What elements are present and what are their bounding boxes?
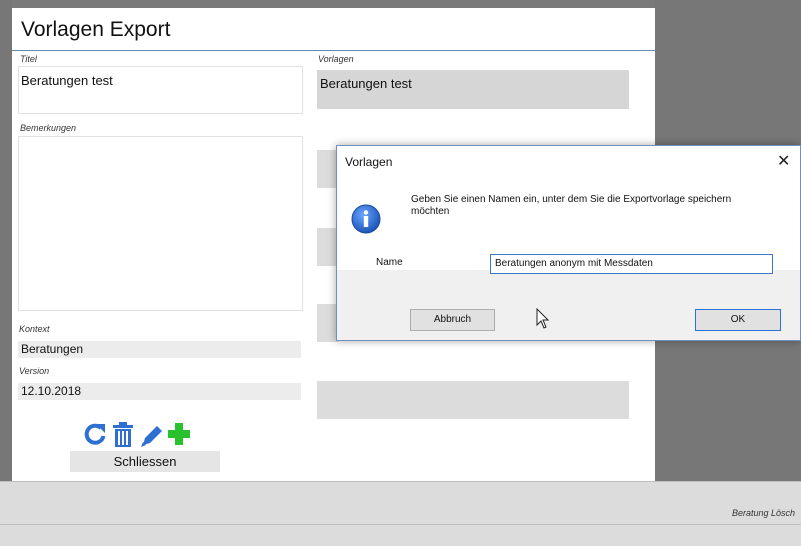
plus-icon[interactable] <box>166 419 192 449</box>
page-title: Vorlagen Export <box>21 18 171 41</box>
dialog-message: Geben Sie einen Namen ein, unter dem Sie… <box>411 194 732 217</box>
trash-icon[interactable] <box>110 419 136 449</box>
titel-value: Beratungen test <box>21 73 113 88</box>
mouse-pointer-icon <box>536 307 552 330</box>
vorlagen-list-item[interactable] <box>317 381 629 419</box>
titel-label: Titel <box>20 54 37 64</box>
vorlagen-item-label: Beratungen test <box>320 76 412 91</box>
version-label: Version <box>19 366 50 376</box>
close-button[interactable]: Schliessen <box>70 451 220 472</box>
kontext-label: Kontext <box>19 324 50 334</box>
cancel-button[interactable]: Abbruch <box>410 309 495 331</box>
vorlagen-list-item-selected[interactable]: Beratungen test <box>317 70 629 109</box>
name-input[interactable]: Beratungen anonym mit Messdaten <box>490 254 773 274</box>
template-toolbar <box>82 419 192 449</box>
kontext-field: Beratungen <box>18 341 301 358</box>
vorlagen-dialog: Vorlagen ✕ Geben Sie einen Namen ein, un… <box>336 145 801 341</box>
background-app-left <box>0 0 12 546</box>
vorlagen-label: Vorlagen <box>318 54 354 64</box>
title-divider <box>12 50 655 51</box>
ok-button[interactable]: OK <box>695 309 781 331</box>
background-column-label: Beratung Lösch <box>731 508 795 518</box>
name-label: Name <box>376 257 403 268</box>
close-icon[interactable]: ✕ <box>777 151 790 171</box>
refresh-icon[interactable] <box>82 419 108 449</box>
version-field: 12.10.2018 <box>18 383 301 400</box>
dialog-titlebar: Vorlagen ✕ <box>337 146 800 180</box>
bemerkungen-textarea[interactable] <box>18 136 303 311</box>
background-app-footer <box>0 481 801 546</box>
dialog-title: Vorlagen <box>345 155 393 169</box>
info-icon <box>351 204 381 234</box>
bemerkungen-label: Bemerkungen <box>20 123 77 133</box>
pencil-icon[interactable] <box>138 419 164 449</box>
